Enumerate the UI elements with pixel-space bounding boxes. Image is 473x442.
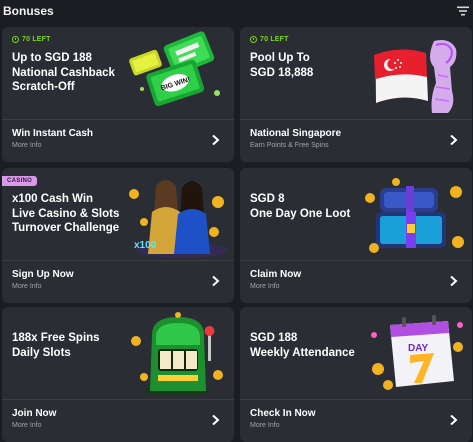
card-action[interactable]: Claim Now More Info [240,261,472,303]
bonus-card-national-singapore[interactable]: 70 LEFT Pool Up To SGD 18,888 National S… [240,27,472,162]
chevron-right-icon[interactable] [211,134,220,146]
cta-label[interactable]: Claim Now [250,269,301,280]
scratch-card-icon: BIG WIN! [129,31,220,107]
card-top: CASINO x100 Cash Win Live Casino & Slots… [2,168,234,260]
bonus-card-free-spins[interactable]: 188x Free Spins Daily Slots Join Now Mor… [2,307,234,442]
more-info-link[interactable]: More Info [250,283,280,290]
cta-label[interactable]: Sign Up Now [12,269,74,280]
calendar-day-text: DAY [408,343,429,354]
chevron-right-icon[interactable] [449,134,458,146]
more-info-link[interactable]: More Info [12,283,42,290]
more-info-link[interactable]: Earn Points & Free Spins [250,142,329,149]
clock-icon [12,36,19,43]
page-title: Bonuses [3,4,54,18]
card-action[interactable]: Join Now More Info [2,400,234,442]
cta-label[interactable]: Check In Now [250,408,316,419]
remaining-badge: 70 LEFT [250,36,289,43]
more-info-link[interactable]: More Info [12,142,42,149]
card-title: Up to SGD 188 National Cashback Scratch-… [12,52,115,93]
cta-label[interactable]: National Singapore [250,128,341,139]
slot-machine-icon [131,312,223,396]
chevron-right-icon[interactable] [449,414,458,426]
x100-text: x100 [134,240,157,251]
card-action[interactable]: Sign Up Now More Info [2,261,234,303]
card-action[interactable]: National Singapore Earn Points & Free Sp… [240,120,472,162]
loot-chest-icon [365,178,464,253]
remaining-badge: 70 LEFT [12,36,51,43]
more-info-link[interactable]: More Info [250,422,280,429]
card-action[interactable]: Win Instant Cash More Info [2,120,234,162]
category-tag: CASINO [2,176,38,186]
filter-icon[interactable] [457,6,469,16]
card-top: 70 LEFT Pool Up To SGD 18,888 [240,27,472,119]
clock-icon [250,36,257,43]
cta-label[interactable]: Join Now [12,408,56,419]
chevron-right-icon[interactable] [211,275,220,287]
bonus-card-scratch-off[interactable]: 70 LEFT Up to SGD 188 National Cashback … [2,27,234,162]
card-title: SGD 188 Weekly Attendance [250,332,355,359]
bonus-card-daily-loot[interactable]: SGD 8 One Day One Loot Claim Now More In… [240,168,472,303]
card-top: 70 LEFT Up to SGD 188 National Cashback … [2,27,234,119]
bonus-card-casino-challenge[interactable]: CASINO x100 Cash Win Live Casino & Slots… [2,168,234,303]
card-top: SGD 8 One Day One Loot [240,168,472,260]
card-top: 188x Free Spins Daily Slots [2,307,234,399]
chevron-right-icon[interactable] [449,275,458,287]
card-title: SGD 8 One Day One Loot [250,193,351,220]
card-title: Pool Up To SGD 18,888 [250,52,314,79]
card-title: 188x Free Spins Daily Slots [12,332,100,359]
badge-text: 70 LEFT [22,36,51,43]
card-action[interactable]: Check In Now More Info [240,400,472,442]
bonus-card-weekly-attendance[interactable]: SGD 188 Weekly Attendance DAY Check In N… [240,307,472,442]
singapore-flag-merlion-icon [374,40,457,113]
card-top: SGD 188 Weekly Attendance DAY [240,307,472,399]
header-bar: Bonuses [0,0,473,24]
cta-label[interactable]: Win Instant Cash [12,128,93,139]
casino-hosts-icon: x100 [129,180,228,258]
more-info-link[interactable]: More Info [12,422,42,429]
card-title: x100 Cash Win Live Casino & Slots Turnov… [12,193,120,234]
chevron-right-icon[interactable] [211,414,220,426]
badge-text: 70 LEFT [260,36,289,43]
calendar-day7-icon: DAY [371,315,463,390]
